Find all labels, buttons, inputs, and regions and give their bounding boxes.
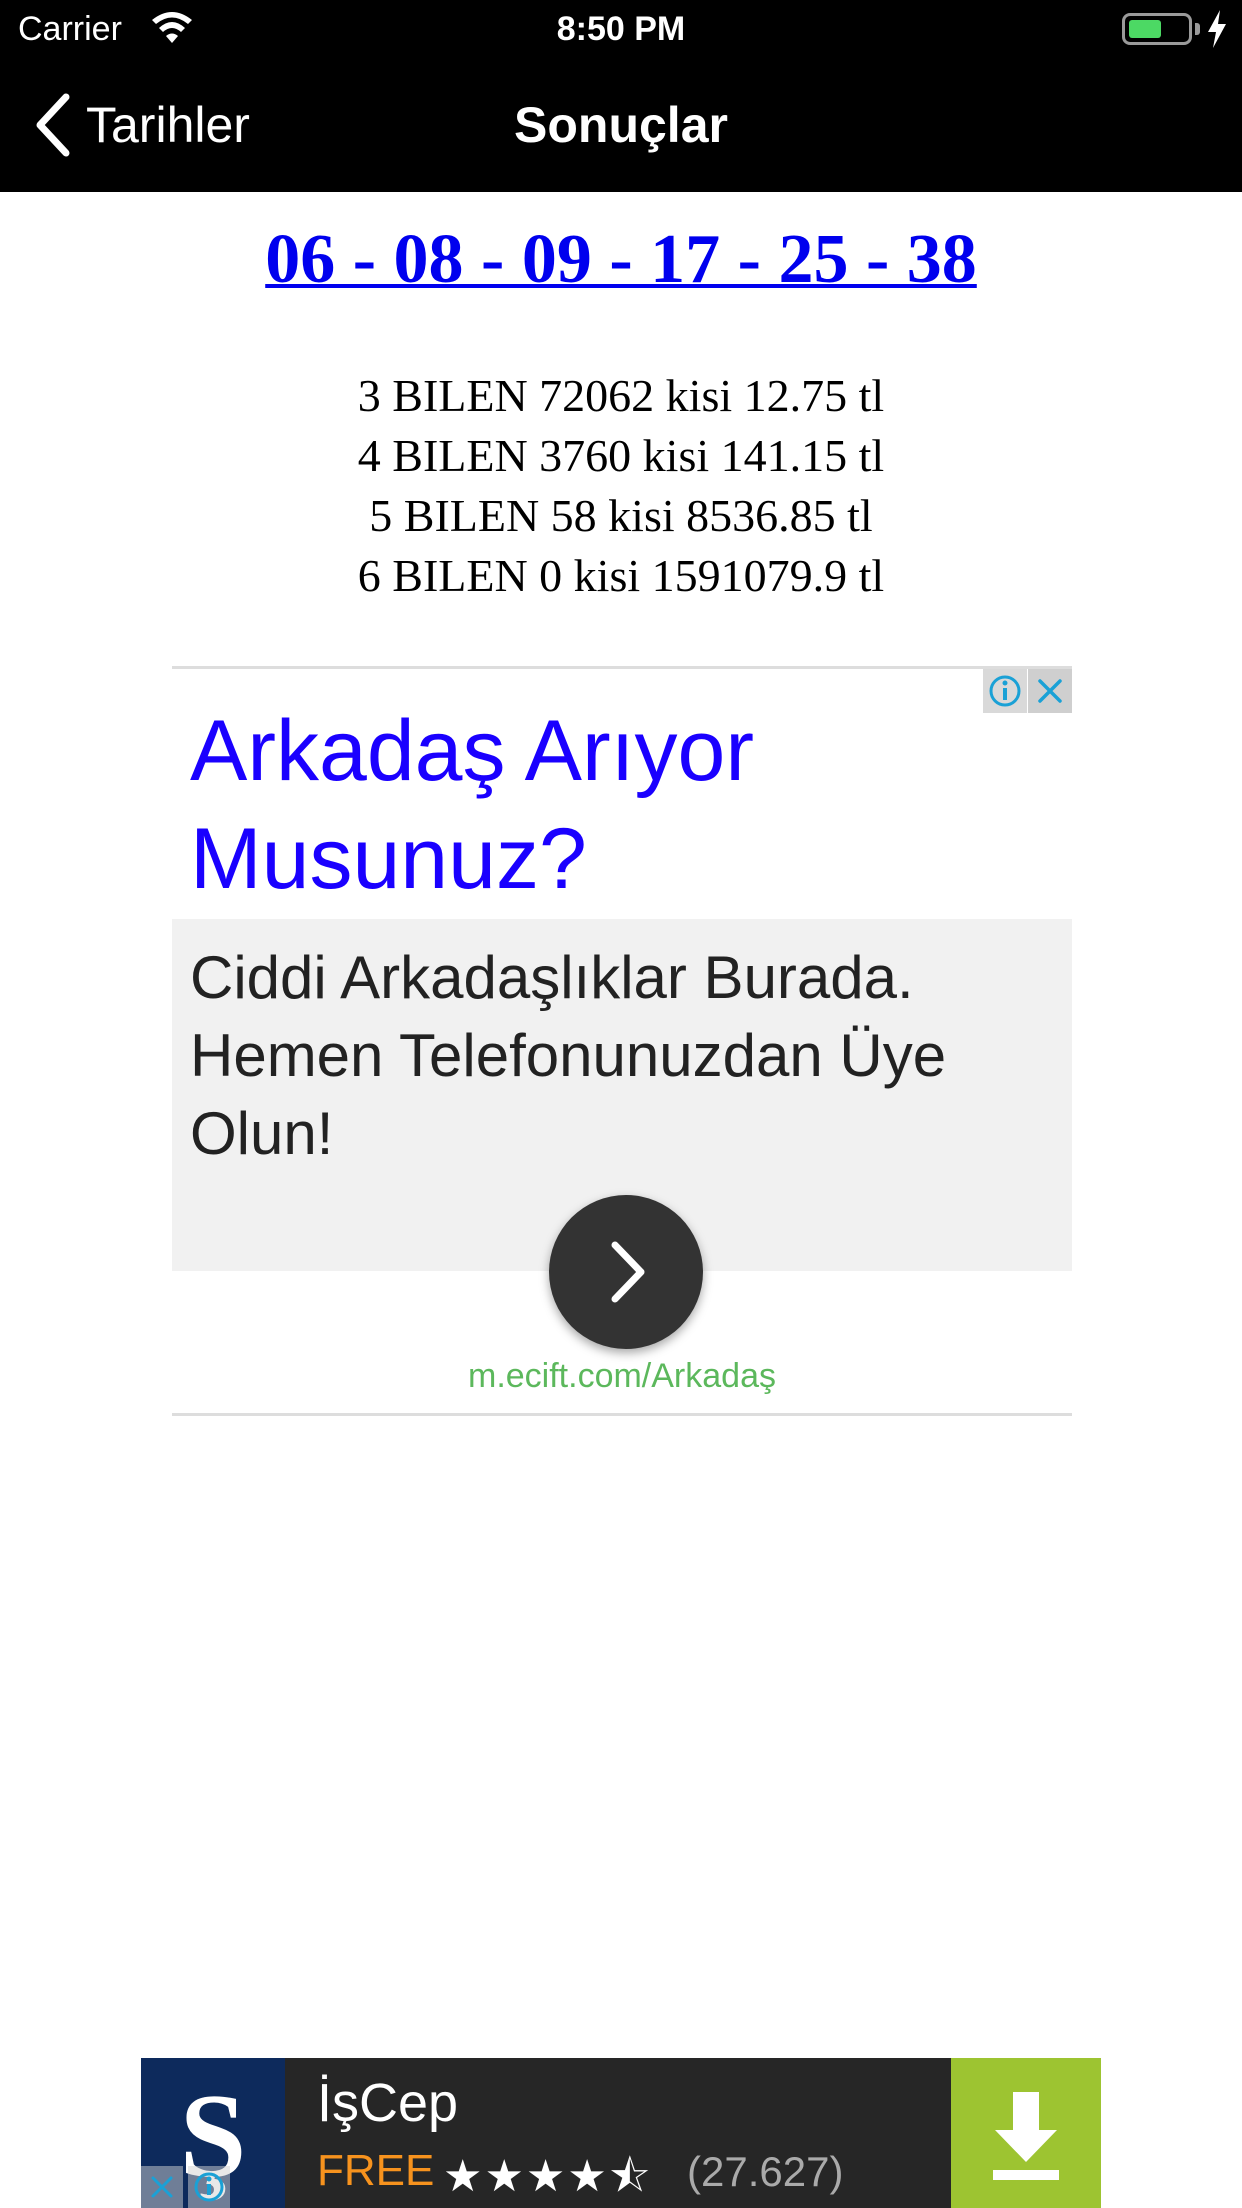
battery-level xyxy=(1129,20,1161,38)
battery-icon xyxy=(1122,13,1192,45)
winning-numbers: 06 - 08 - 09 - 17 - 25 - 38 xyxy=(0,220,1242,300)
ad-url[interactable]: m.ecift.com/Arkadaş xyxy=(172,1357,1072,1396)
charging-bolt-icon xyxy=(1208,10,1226,48)
result-line: 5 BILEN 58 kisi 8536.85 tl xyxy=(369,490,873,541)
star-rating-icon: ★★★★⯪ xyxy=(443,2152,653,2201)
status-bar: Carrier 8:50 PM xyxy=(0,0,1242,62)
rating-count: (27.627) xyxy=(687,2148,844,2195)
result-line: 6 BILEN 0 kisi 1591079.9 tl xyxy=(357,550,885,601)
prize-results: 3 BILEN 72062 kisi 12.75 tl 4 BILEN 3760… xyxy=(0,366,1242,606)
navigation-bar: Tarihler Sonuçlar xyxy=(0,62,1242,192)
app-banner-ad[interactable]: Ş İşCep FREE ★★★★⯪ (27.627) xyxy=(141,2058,1101,2208)
battery-nub xyxy=(1195,23,1200,35)
ad-unit[interactable]: Arkadaş Arıyor Musunuz? Ciddi Arkadaşlık… xyxy=(172,666,1072,1416)
result-line: 4 BILEN 3760 kisi 141.15 tl xyxy=(357,430,885,481)
banner-info-button[interactable] xyxy=(188,2166,230,2208)
download-icon xyxy=(993,2092,1059,2180)
page-title: Sonuçlar xyxy=(514,97,728,153)
close-icon xyxy=(151,2176,173,2198)
chevron-right-icon xyxy=(611,1241,645,1303)
ad-go-button[interactable] xyxy=(549,1195,703,1349)
app-name: İşCep xyxy=(317,2073,459,2133)
banner-close-button[interactable] xyxy=(141,2166,183,2208)
result-line: 3 BILEN 72062 kisi 12.75 tl xyxy=(357,370,885,421)
ad-headline[interactable]: Arkadaş Arıyor Musunuz? xyxy=(190,697,990,913)
app-price: FREE xyxy=(317,2146,435,2195)
top-bar: Carrier 8:50 PM Tarihler Sonuçlar xyxy=(0,0,1242,192)
info-icon xyxy=(194,2172,224,2202)
close-icon xyxy=(1038,679,1062,703)
download-button[interactable] xyxy=(951,2058,1101,2208)
ad-description: Ciddi Arkadaşlıklar Burada. Hemen Telefo… xyxy=(190,944,947,1167)
ad-close-button[interactable] xyxy=(1028,669,1072,713)
clock: 8:50 PM xyxy=(556,10,686,48)
winning-numbers-link[interactable]: 06 - 08 - 09 - 17 - 25 - 38 xyxy=(265,221,977,298)
